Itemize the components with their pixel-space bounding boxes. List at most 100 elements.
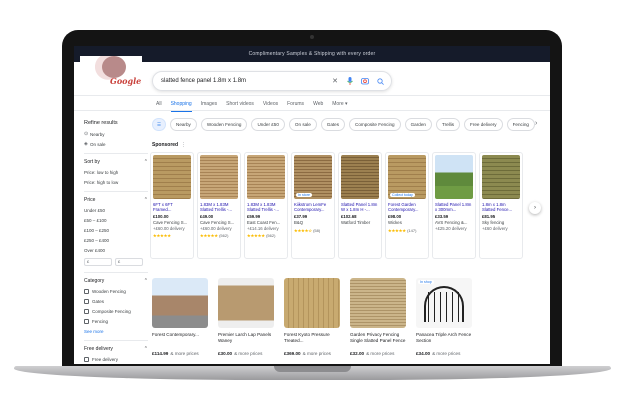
product-delivery: +£60.00 delivery — [153, 226, 185, 231]
checkbox[interactable] — [84, 309, 89, 314]
product-title[interactable]: 1.83M x 1.83M Slatted Trellis -... — [247, 202, 285, 212]
listing-image[interactable]: In shop — [416, 278, 472, 328]
microphone-icon[interactable] — [345, 76, 355, 86]
category-composite-fencing[interactable]: Composite Fencing — [84, 309, 148, 314]
sort-high-low[interactable]: Price: high to low — [84, 180, 148, 185]
price-option[interactable]: Under £50 — [84, 208, 148, 213]
product-title[interactable]: 1.8m x 1.8m Slatted Fence... — [482, 202, 520, 212]
product-title[interactable]: 6FT x 6FT Framed... — [153, 202, 191, 212]
carousel-next-button[interactable]: › — [529, 202, 541, 214]
checkbox[interactable] — [84, 319, 89, 324]
checkbox[interactable] — [84, 299, 89, 304]
product-image[interactable] — [247, 155, 285, 199]
checkbox[interactable] — [84, 357, 89, 362]
sort-by-header[interactable]: Sort by ⌃ — [84, 159, 148, 165]
more-vert-icon[interactable]: ⋮ — [181, 142, 186, 148]
chip-gates[interactable]: Gates — [320, 118, 346, 131]
product-title[interactable]: Slatted Panel 1.8m W x 1.8m H -... — [341, 202, 379, 212]
product-card[interactable]: Slatted Panel 1.8m x 300mm... £33.59 AVS F… — [432, 152, 476, 259]
product-image[interactable]: Collect today — [388, 155, 426, 199]
divider — [84, 191, 148, 192]
listing-title[interactable]: Panacea Triple Arch Fence Section — [416, 332, 472, 349]
search-icon[interactable] — [375, 76, 385, 86]
listing-image[interactable] — [284, 278, 340, 328]
filter-nearby[interactable]: ⊙ Nearby — [84, 131, 148, 137]
chip-composite-fencing[interactable]: Composite Fencing — [349, 118, 401, 131]
product-card[interactable]: In store Kiikstrom LemFe Contemporary... £… — [291, 152, 335, 259]
product-card[interactable]: 1.8m x 1.8m Slatted Fence... £81.95 Sky fe… — [479, 152, 523, 259]
product-image[interactable] — [435, 155, 473, 199]
listing-image[interactable] — [350, 278, 406, 328]
checkbox[interactable] — [84, 289, 89, 294]
review-count: (147) — [407, 228, 417, 233]
product-rating: ★★★★★ (562) — [247, 233, 285, 238]
product-image[interactable]: In store — [294, 155, 332, 199]
product-title[interactable]: 1.83M x 1.83M Slatted Trellis -... — [200, 202, 238, 212]
listing-title[interactable]: Premier Larch Lap Panels Waney — [218, 332, 274, 349]
product-card[interactable]: Collect today Forest Garden Contemporary.… — [385, 152, 429, 259]
category-gates[interactable]: Gates — [84, 299, 148, 304]
product-card[interactable]: 1.83M x 1.83M Slatted Trellis -... £59.99… — [244, 152, 288, 259]
category-fencing[interactable]: Fencing — [84, 319, 148, 324]
listing-price: £369.00 & more prices — [284, 351, 331, 356]
chip-free-delivery[interactable]: Free delivery — [464, 118, 503, 131]
promo-banner: Complimentary Samples & Shipping with ev… — [74, 46, 550, 62]
clear-icon[interactable]: ✕ — [330, 76, 340, 86]
chip-trellis[interactable]: Trellis — [435, 118, 461, 131]
doodle-ring-icon — [102, 56, 126, 78]
product-image[interactable] — [482, 155, 520, 199]
product-price: £98.00 — [388, 214, 402, 219]
product-listings: Forest Contemporary... £114.99 & more pric… — [152, 278, 472, 356]
product-card[interactable]: 6FT x 6FT Framed... £100.00 Cave Fencing S… — [150, 152, 194, 259]
product-image[interactable] — [341, 155, 379, 199]
product-image[interactable] — [153, 155, 191, 199]
chip-wooden-fencing[interactable]: Wooden Fencing — [200, 118, 248, 131]
listing-card[interactable]: Forest Kyoto Pressure Treated... £369.00 &… — [284, 278, 340, 356]
price-option[interactable]: Over £400 — [84, 248, 148, 253]
tabs-divider — [74, 110, 550, 111]
price-option[interactable]: £100 – £250 — [84, 228, 148, 233]
listing-title[interactable]: Forest Kyoto Pressure Treated... — [284, 332, 340, 349]
listing-title[interactable]: Forest Contemporary... — [152, 332, 208, 349]
category-wooden-fencing[interactable]: Wooden Fencing — [84, 289, 148, 294]
product-image[interactable] — [200, 155, 238, 199]
product-card[interactable]: Slatted Panel 1.8m W x 1.8m H -... £102.6… — [338, 152, 382, 259]
listing-card[interactable]: In shop Panacea Triple Arch Fence Section… — [416, 278, 472, 356]
product-title[interactable]: Kiikstrom LemFe Contemporary... — [294, 202, 332, 212]
filter-chips: ☰ Nearby Wooden Fencing Under £50 On sal… — [152, 118, 535, 131]
listing-card[interactable]: Garden Privacy Fencing Single Slatted Pa… — [350, 278, 406, 356]
listing-image[interactable] — [152, 278, 208, 328]
sort-low-high[interactable]: Price: low to high — [84, 170, 148, 175]
price-min-input[interactable]: £ — [84, 258, 112, 266]
review-count: (58) — [313, 228, 321, 233]
listing-card[interactable]: Premier Larch Lap Panels Waney £30.00 & mo… — [218, 278, 274, 356]
camera-search-icon[interactable] — [360, 76, 370, 86]
listing-card[interactable]: Forest Contemporary... £114.99 & more pric… — [152, 278, 208, 356]
free-delivery-option[interactable]: Free delivery — [84, 357, 148, 362]
chip-on-sale[interactable]: On sale — [288, 118, 317, 131]
price-option[interactable]: £50 – £100 — [84, 218, 148, 223]
filter-toggle-icon[interactable]: ☰ — [152, 118, 166, 131]
search-input[interactable]: slatted fence panel 1.8m x 1.8m — [161, 78, 325, 84]
price-option[interactable]: £250 – £400 — [84, 238, 148, 243]
google-logo[interactable]: Google — [110, 76, 141, 86]
search-box[interactable]: slatted fence panel 1.8m x 1.8m ✕ — [152, 71, 392, 91]
free-delivery-header[interactable]: Free delivery ⌃ — [84, 346, 148, 352]
listing-title[interactable]: Garden Privacy Fencing Single Slatted Pa… — [350, 332, 406, 349]
chevron-right-icon[interactable]: › — [535, 120, 537, 127]
chip-under-50[interactable]: Under £50 — [251, 118, 285, 131]
price-header[interactable]: Price ⌃ — [84, 197, 148, 203]
chip-garden[interactable]: Garden — [404, 118, 432, 131]
price-max-input[interactable]: £ — [115, 258, 143, 266]
chip-fencing[interactable]: Fencing — [506, 118, 535, 131]
listing-image[interactable] — [218, 278, 274, 328]
category-header[interactable]: Category ⌃ — [84, 278, 148, 284]
product-title[interactable]: Forest Garden Contemporary... — [388, 202, 426, 212]
product-card[interactable]: 1.83M x 1.83M Slatted Trellis -... £49.00… — [197, 152, 241, 259]
chip-nearby[interactable]: Nearby — [170, 118, 197, 131]
see-more-link[interactable]: See more — [84, 329, 148, 334]
filter-on-sale[interactable]: ◈ On sale — [84, 141, 148, 147]
product-store: AVS Fencing &... — [435, 220, 468, 225]
product-rating: ★★★★★ (562) — [200, 233, 238, 238]
product-title[interactable]: Slatted Panel 1.8m x 300mm... — [435, 202, 473, 212]
